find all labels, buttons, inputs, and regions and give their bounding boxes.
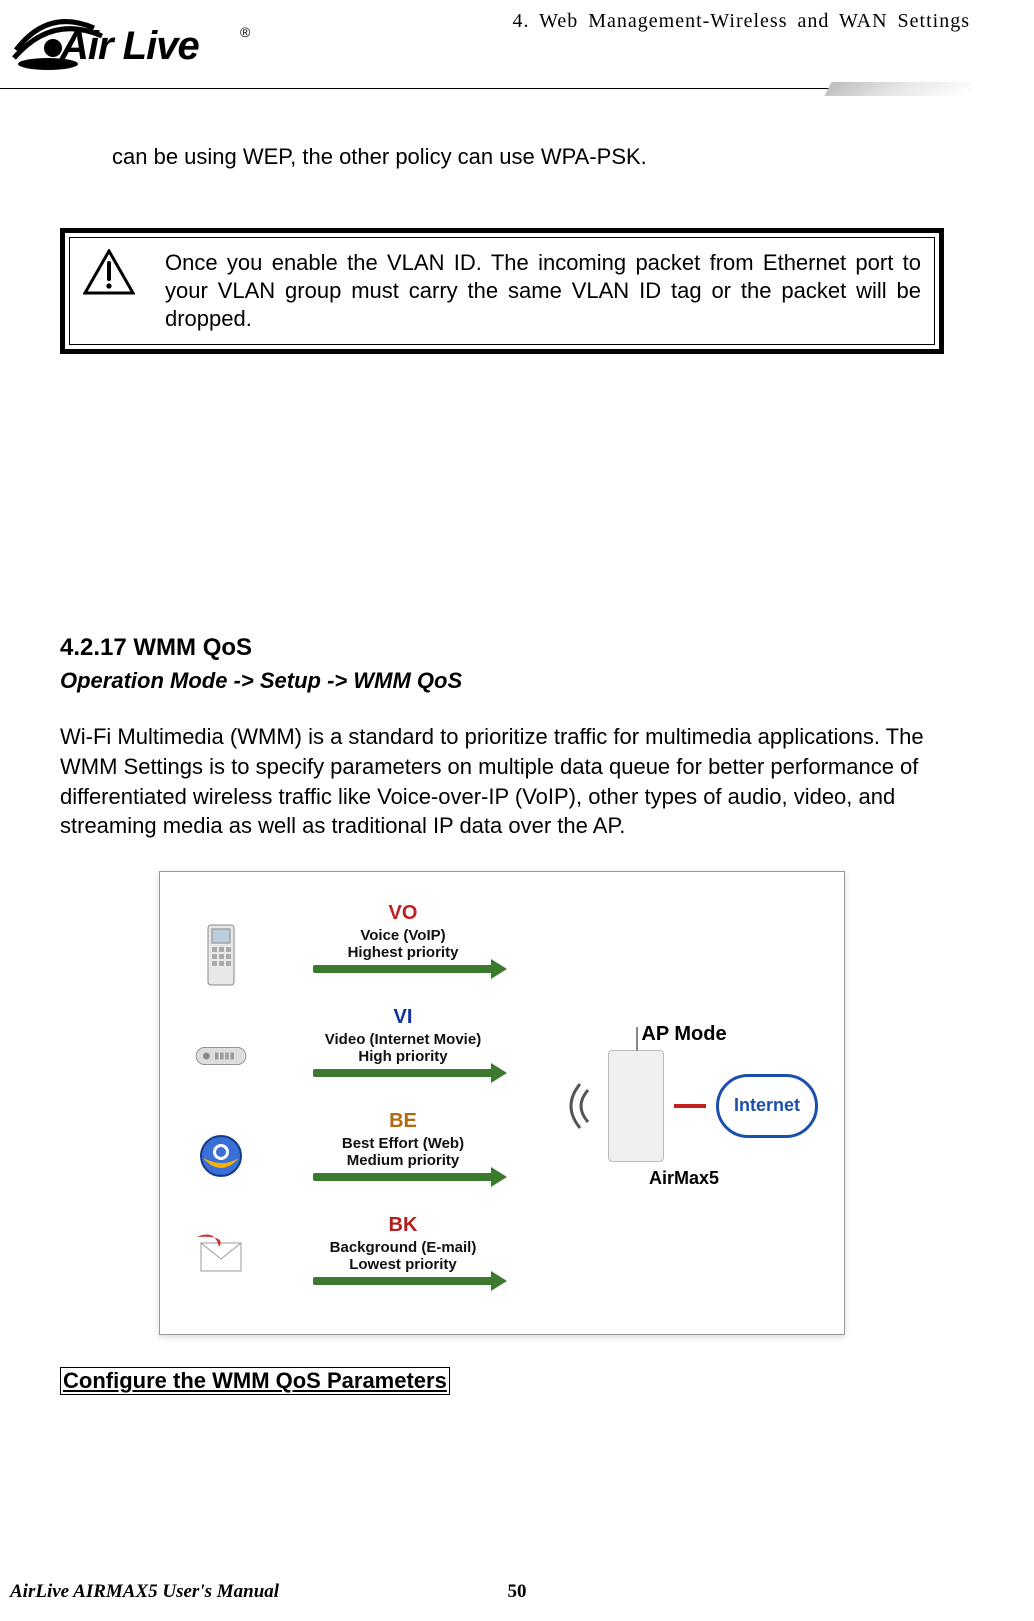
breadcrumb: Operation Mode -> Setup -> WMM QoS	[60, 668, 944, 694]
warning-text: Once you enable the VLAN ID. The incomin…	[165, 250, 921, 331]
intro-line: can be using WEP, the other policy can u…	[60, 142, 944, 172]
sub-heading: Configure the WMM QoS Parameters	[60, 1367, 450, 1395]
ap-mode-label: AP Mode	[641, 1023, 726, 1046]
internet-cloud: Internet	[716, 1074, 818, 1138]
diagram-row-vi: VI Video (Internet Movie) High priority	[280, 1006, 526, 1102]
airmax5-device-icon	[608, 1050, 664, 1162]
diagram-row-bk: BK Background (E-mail) Lowest priority	[280, 1214, 526, 1310]
wifi-waves-icon	[550, 1076, 594, 1136]
section-heading: 4.2.17 WMM QoS	[60, 634, 944, 662]
voip-phone-icon	[191, 921, 251, 991]
email-icon	[191, 1221, 251, 1291]
airmax5-label: AirMax5	[649, 1168, 719, 1189]
header-separator	[0, 78, 974, 102]
ethernet-link-icon	[674, 1104, 706, 1108]
footer-manual-name: AirLive AIRMAX5 User's Manual	[10, 1581, 279, 1603]
diagram-row-vo: VO Voice (VoIP) Highest priority	[280, 902, 526, 998]
browser-icon	[191, 1121, 251, 1191]
diagram-row-be: BE Best Effort (Web) Medium priority	[280, 1110, 526, 1206]
logo-text: Air Live	[60, 24, 199, 69]
wmm-qos-diagram: VO Voice (VoIP) Highest priority VI Vide…	[159, 871, 845, 1335]
warning-box: Once you enable the VLAN ID. The incomin…	[60, 228, 944, 354]
chapter-title: 4. Web Management-Wireless and WAN Setti…	[512, 6, 974, 33]
footer-page-number: 50	[508, 1581, 527, 1603]
airlive-logo: Air Live ®	[8, 6, 268, 84]
section-paragraph: Wi-Fi Multimedia (WMM) is a standard to …	[60, 722, 944, 841]
warning-icon	[83, 249, 135, 295]
trademark-icon: ®	[240, 24, 250, 40]
remote-control-icon	[191, 1021, 251, 1091]
